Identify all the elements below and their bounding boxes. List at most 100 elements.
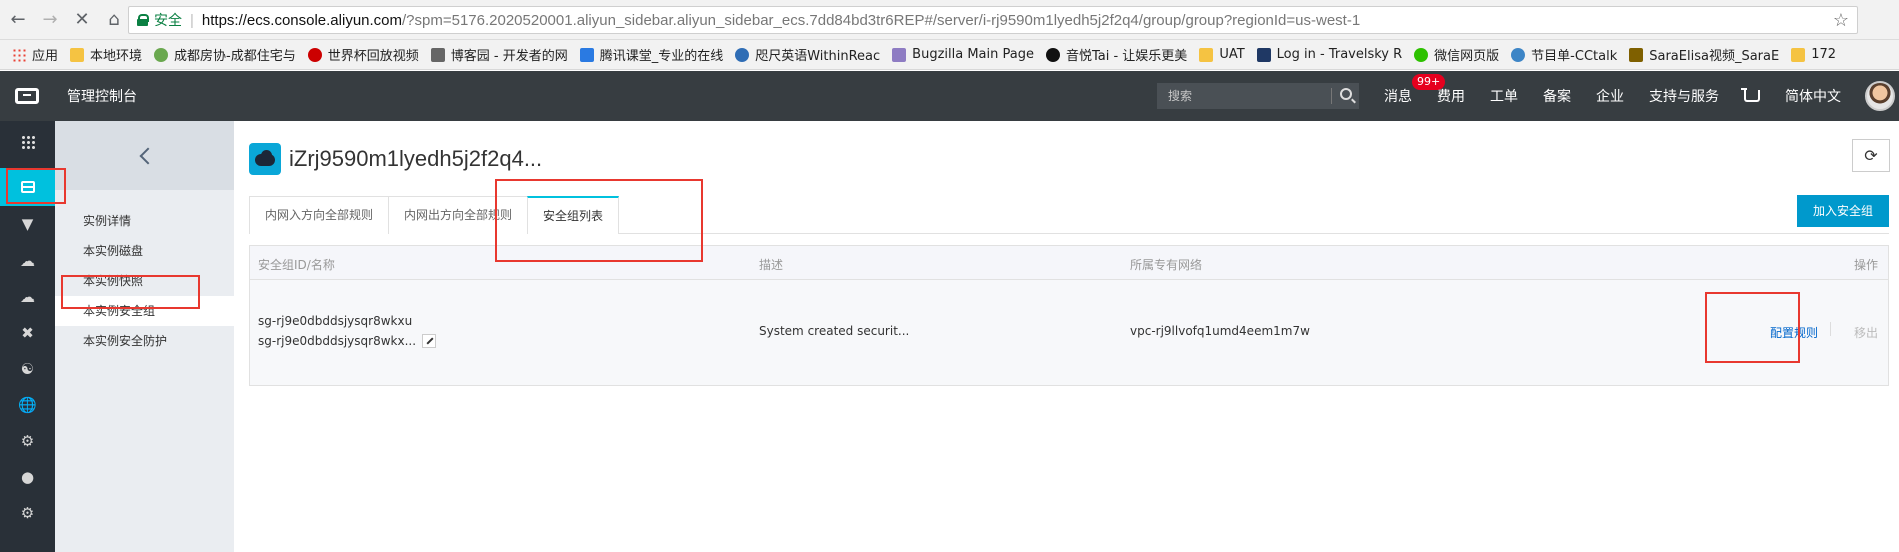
annotation-box	[495, 179, 703, 262]
globe-icon[interactable]: 🌐	[0, 386, 55, 424]
subnav-item-security-protection[interactable]: 本实例安全防护	[55, 326, 234, 356]
back-icon[interactable]: ←	[4, 6, 32, 34]
vpc-id: vpc-rj9llvofq1umd4eem1m7w	[1130, 324, 1310, 338]
secure-label: 安全	[154, 12, 182, 28]
bookmark-item[interactable]: 172	[1791, 47, 1836, 62]
site-icon	[430, 47, 445, 62]
site-icon	[307, 47, 322, 62]
bug-icon[interactable]: ⚙	[0, 422, 55, 460]
url-separator: |	[190, 11, 194, 29]
top-nav: 消息 99+ 费用 工单 备案 企业 支持与服务 简体中文	[1384, 71, 1866, 121]
site-icon	[154, 47, 169, 62]
security-group-name: sg-rj9e0dbddsjysqr8wkx...	[258, 334, 417, 348]
bookmark-item[interactable]: Bugzilla Main Page	[892, 47, 1034, 62]
security-group-id: sg-rj9e0dbddsjysqr8wkxu	[258, 314, 413, 328]
site-icon	[735, 47, 750, 62]
bookmark-item[interactable]: 世界杯回放视频	[307, 45, 419, 64]
tab-inbound-rules[interactable]: 内网入方向全部规则	[249, 196, 390, 234]
aliyun-logo-icon[interactable]	[15, 88, 39, 104]
console-topbar: 管理控制台 消息99+ 费用 工单 备案 企业 支持与服务 简体中文	[0, 71, 1899, 121]
lock-icon	[137, 14, 149, 26]
avatar[interactable]	[1865, 81, 1895, 111]
action-divider	[1830, 322, 1831, 336]
search-divider	[1331, 88, 1332, 104]
subnav-item-details[interactable]: 实例详情	[55, 206, 234, 236]
search-icon[interactable]	[1340, 88, 1352, 100]
page-title: iZrj9590m1lyedh5j2f2q4...	[289, 146, 543, 171]
instance-subnav: 实例详情 本实例磁盘 本实例快照 本实例安全组 本实例安全防护	[55, 121, 234, 552]
security-group-name-cell: sg-rj9e0dbddsjysqr8wkx...	[258, 334, 437, 348]
subnav-item-disks[interactable]: 本实例磁盘	[55, 236, 234, 266]
messages-link[interactable]: 消息 99+	[1384, 74, 1446, 106]
product-grid-icon[interactable]	[0, 123, 55, 161]
network-icon[interactable]: ✖	[0, 314, 55, 352]
tickets-link[interactable]: 工单	[1490, 86, 1518, 106]
bookmark-item[interactable]: 本地环境	[70, 45, 142, 64]
main-content: iZrj9590m1lyedh5j2f2q4... ⟳ 内网入方向全部规则 内网…	[234, 121, 1899, 552]
site-icon	[579, 47, 594, 62]
remove-link[interactable]: 移出	[1854, 324, 1878, 341]
search-input[interactable]	[1158, 89, 1328, 103]
site-icon	[892, 47, 907, 62]
site-icon	[1045, 47, 1060, 62]
home-icon[interactable]: ⌂	[100, 6, 128, 34]
bookmark-item[interactable]: UAT	[1199, 47, 1245, 62]
cluster-icon[interactable]: ☯	[0, 350, 55, 388]
edit-icon[interactable]	[422, 334, 437, 348]
bookmark-item[interactable]: 博客园 - 开发者的网	[430, 45, 568, 64]
billing-link[interactable]: 费用	[1437, 86, 1465, 106]
wechat-icon	[1414, 47, 1429, 62]
collapse-subnav[interactable]	[55, 121, 234, 190]
page-header: iZrj9590m1lyedh5j2f2q4...	[249, 143, 542, 175]
bookmark-item[interactable]: 节目单-CCtalk	[1511, 45, 1617, 64]
cloud-icon[interactable]: ☁	[0, 242, 55, 280]
language-link[interactable]: 简体中文	[1785, 86, 1841, 106]
header-ops: 操作	[1853, 258, 1878, 272]
header-desc: 描述	[759, 258, 784, 272]
bookmark-item[interactable]: 音悦Tai - 让娱乐更美	[1045, 45, 1187, 64]
instance-icon	[249, 143, 281, 175]
apps-grid-icon	[12, 47, 26, 62]
stop-icon[interactable]: ✕	[68, 6, 96, 34]
circle-icon[interactable]: ●	[0, 458, 55, 496]
console-title[interactable]: 管理控制台	[67, 86, 137, 106]
folder-icon	[70, 47, 85, 62]
search-box	[1157, 83, 1359, 109]
table-row: sg-rj9e0dbddsjysqr8wkxu sg-rj9e0dbddsjys…	[250, 280, 1888, 385]
refresh-button[interactable]: ⟳	[1852, 139, 1890, 172]
enterprise-link[interactable]: 企业	[1596, 86, 1624, 106]
cart-icon[interactable]	[1741, 88, 1760, 102]
browser-toolbar: ← → ✕ ⌂ 安全 | https://ecs.console.aliyun.…	[0, 0, 1899, 40]
bookmarks-bar: 应用 本地环境 成都房协-成都住宅与 世界杯回放视频 博客园 - 开发者的网 腾…	[0, 40, 1899, 70]
support-link[interactable]: 支持与服务	[1649, 86, 1719, 106]
address-bar[interactable]: 安全 | https://ecs.console.aliyun.com/?spm…	[128, 6, 1858, 34]
url-host: https://ecs.console.aliyun.com	[201, 11, 403, 29]
icp-link[interactable]: 备案	[1543, 86, 1571, 106]
bookmark-item[interactable]: Log in - Travelsky R	[1256, 47, 1402, 62]
url-path: /?spm=5176.2020520001.aliyun_sidebar.ali…	[402, 11, 1361, 29]
site-icon	[1511, 47, 1526, 62]
security-group-table: 安全组ID/名称 描述 所属专有网络 操作 sg-rj9e0dbddsjysqr…	[249, 245, 1889, 386]
settings-icon[interactable]: ⚙	[0, 494, 55, 532]
site-icon	[1256, 47, 1271, 62]
header-id: 安全组ID/名称	[258, 258, 335, 272]
header-vpc: 所属专有网络	[1130, 258, 1203, 272]
cloud-upload-icon[interactable]: ☁	[0, 278, 55, 316]
annotation-box	[61, 275, 200, 309]
trophy-icon[interactable]: ▼	[0, 205, 55, 243]
add-security-group-button[interactable]: 加入安全组	[1796, 195, 1889, 227]
annotation-box	[6, 168, 66, 204]
description: System created securit...	[759, 324, 910, 338]
folder-icon	[1791, 47, 1806, 62]
annotation-box	[1705, 292, 1800, 363]
forward-icon[interactable]: →	[36, 6, 64, 34]
bookmark-item[interactable]: 腾讯课堂_专业的在线	[579, 45, 723, 64]
bookmark-item[interactable]: SaraElisa视频_SaraE	[1629, 45, 1779, 64]
chevron-left-icon	[139, 147, 156, 164]
bookmark-apps[interactable]: 应用	[12, 45, 58, 64]
bookmark-item[interactable]: 微信网页版	[1414, 45, 1499, 64]
bookmark-item[interactable]: 成都房协-成都住宅与	[154, 45, 296, 64]
bookmark-star-icon[interactable]: ☆	[1833, 10, 1849, 31]
folder-icon	[1199, 47, 1214, 62]
bookmark-item[interactable]: 咫尺英语WithinReac	[735, 45, 880, 64]
